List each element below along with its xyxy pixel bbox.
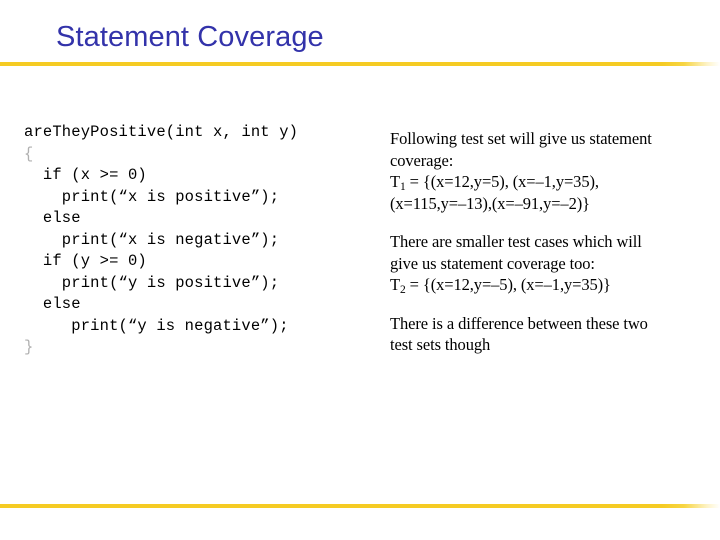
note-line: give us statement coverage too: [390, 253, 595, 273]
test-set-formula-continued: (x=115,y=–13),(x=–91,y=–2)} [390, 193, 590, 213]
note-line: There are smaller test cases which will [390, 232, 642, 251]
note-block: Following test set will give us statemen… [390, 128, 690, 214]
title-divider-rule [0, 62, 662, 66]
test-set-label: T [390, 172, 400, 191]
code-line: } [24, 338, 34, 356]
notes-panel: Following test set will give us statemen… [390, 128, 690, 356]
code-line: areTheyPositive(int x, int y) [24, 123, 299, 141]
slide-canvas: Statement Coverage areTheyPositive(int x… [0, 0, 720, 540]
code-listing: areTheyPositive(int x, int y) { if (x >=… [24, 122, 370, 359]
code-line: else [24, 209, 81, 227]
code-line: print(“y is positive”); [24, 273, 280, 292]
note-line: Following test set will give us statemen… [390, 129, 652, 148]
test-set-expression: = {(x=12,y=–5), (x=–1,y=35)} [405, 275, 611, 294]
code-line: print(“y is negative”); [24, 316, 289, 335]
test-set-formula: T1 = {(x=12,y=5), (x=–1,y=35), [390, 171, 690, 193]
note-line: test sets though [390, 335, 491, 354]
note-line: coverage: [390, 150, 454, 170]
title-divider-rule-taper [662, 62, 720, 66]
test-set-subscript: 2 [399, 284, 406, 296]
footer-divider-rule-taper [662, 504, 720, 508]
code-line: print(“x is negative”); [24, 230, 280, 249]
test-set-subscript: 1 [399, 181, 406, 193]
test-set-expression: = {(x=12,y=5), (x=–1,y=35), [405, 172, 599, 191]
footer-divider-rule [0, 504, 662, 508]
note-block: There is a difference between these two … [390, 313, 690, 356]
note-block: There are smaller test cases which will … [390, 231, 690, 296]
code-line: if (x >= 0) [24, 166, 147, 184]
code-line: if (y >= 0) [24, 252, 147, 270]
code-line: print(“x is positive”); [24, 187, 280, 206]
code-line: else [24, 295, 81, 313]
code-line: { [24, 144, 34, 163]
test-set-formula: T2 = {(x=12,y=–5), (x=–1,y=35)} [390, 274, 690, 296]
test-set-label: T [390, 275, 400, 294]
page-title: Statement Coverage [56, 21, 324, 53]
note-line: There is a difference between these two [390, 313, 648, 333]
